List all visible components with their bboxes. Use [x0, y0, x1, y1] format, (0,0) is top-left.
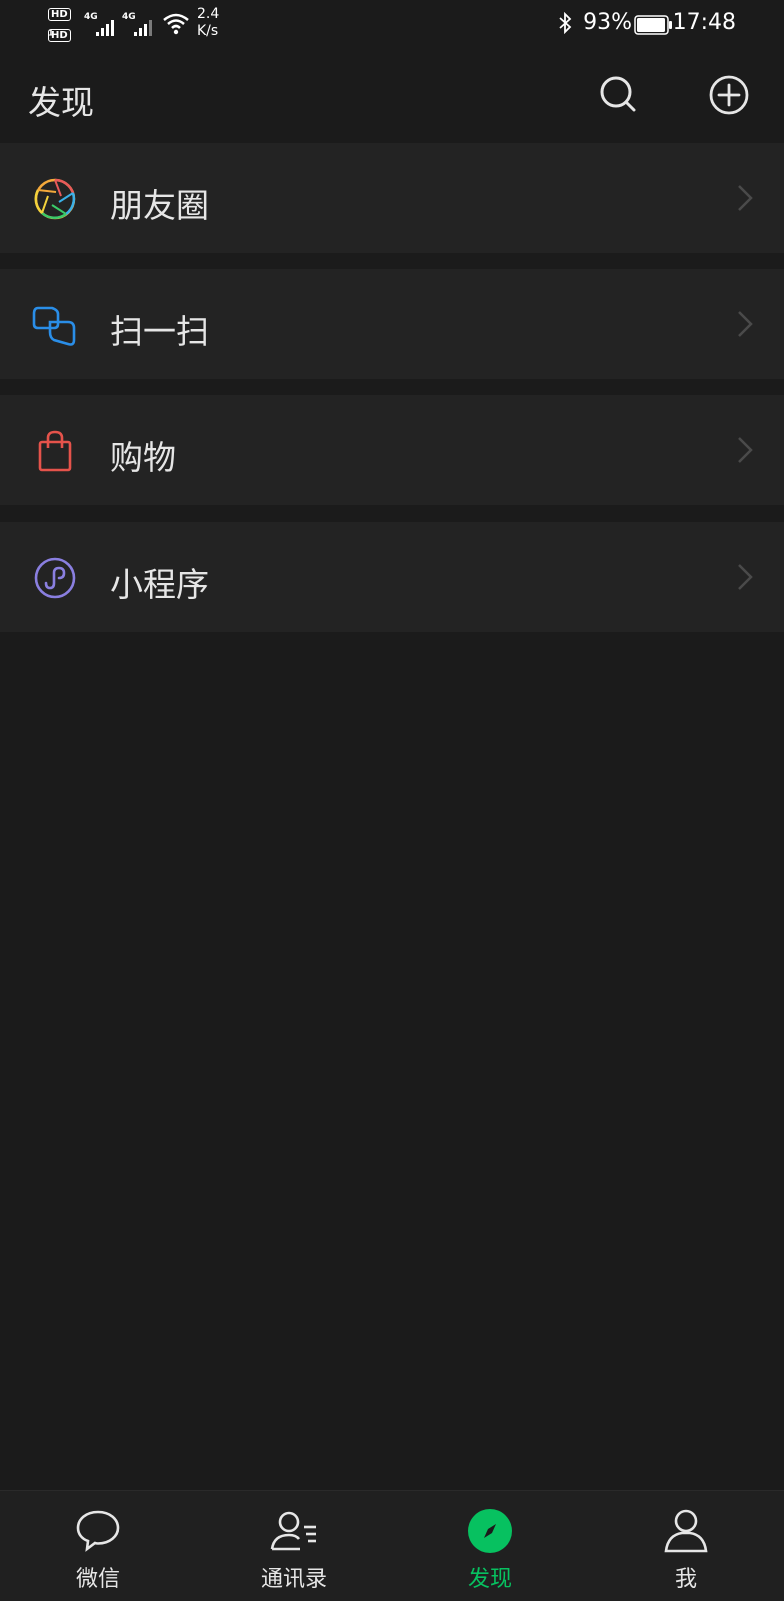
shopping-bag-icon — [38, 430, 72, 472]
tab-discover[interactable]: 发现 — [392, 1491, 588, 1601]
search-icon — [600, 76, 636, 112]
tab-label: 发现 — [467, 1567, 512, 1592]
menu-item-label: 扫一扫 — [110, 312, 209, 351]
clock: 17:48 — [672, 10, 736, 35]
network-speed: 2.4 K/s — [197, 6, 220, 39]
menu-item-moments[interactable]: 朋友圈 — [0, 143, 784, 253]
signal-bars-icon — [134, 20, 152, 36]
battery-percent: 93% — [583, 10, 632, 35]
contacts-icon — [270, 1511, 316, 1551]
tab-label: 通讯录 — [260, 1567, 327, 1592]
tab-label: 我 — [674, 1567, 697, 1592]
chevron-right-icon — [738, 185, 753, 211]
chevron-right-icon — [738, 564, 753, 590]
menu-item-shopping[interactable]: 购物 — [0, 395, 784, 505]
plus-circle-icon — [709, 75, 749, 115]
menu-item-mini-programs[interactable]: 小程序 — [0, 522, 784, 632]
chevron-right-icon — [738, 311, 753, 337]
status-bar: HD1 HD2 4G 4G — [0, 0, 784, 58]
tab-contacts[interactable]: 通讯录 — [196, 1491, 392, 1601]
tab-label: 微信 — [75, 1567, 120, 1592]
scan-icon — [32, 306, 76, 346]
menu-item-label: 购物 — [110, 438, 176, 477]
signal-bars-icon — [96, 20, 114, 36]
moments-aperture-icon — [34, 178, 76, 220]
tab-chats[interactable]: 微信 — [0, 1491, 196, 1601]
mini-program-icon — [34, 557, 76, 599]
page-title: 发现 — [28, 83, 94, 122]
app-header: 发现 — [0, 50, 784, 140]
add-button[interactable] — [704, 70, 754, 120]
compass-icon — [468, 1509, 512, 1553]
menu-item-label: 小程序 — [110, 565, 209, 604]
battery-icon — [634, 15, 672, 35]
person-icon — [664, 1509, 708, 1553]
chevron-right-icon — [738, 437, 753, 463]
bluetooth-icon — [559, 12, 572, 34]
menu-item-label: 朋友圈 — [110, 186, 209, 225]
bottom-tab-bar: 微信 通讯录 发现 我 — [0, 1490, 784, 1601]
wifi-icon — [163, 13, 189, 35]
tab-me[interactable]: 我 — [588, 1491, 784, 1601]
chat-bubble-icon — [76, 1510, 120, 1552]
menu-item-scan[interactable]: 扫一扫 — [0, 269, 784, 379]
search-button[interactable] — [594, 70, 644, 120]
